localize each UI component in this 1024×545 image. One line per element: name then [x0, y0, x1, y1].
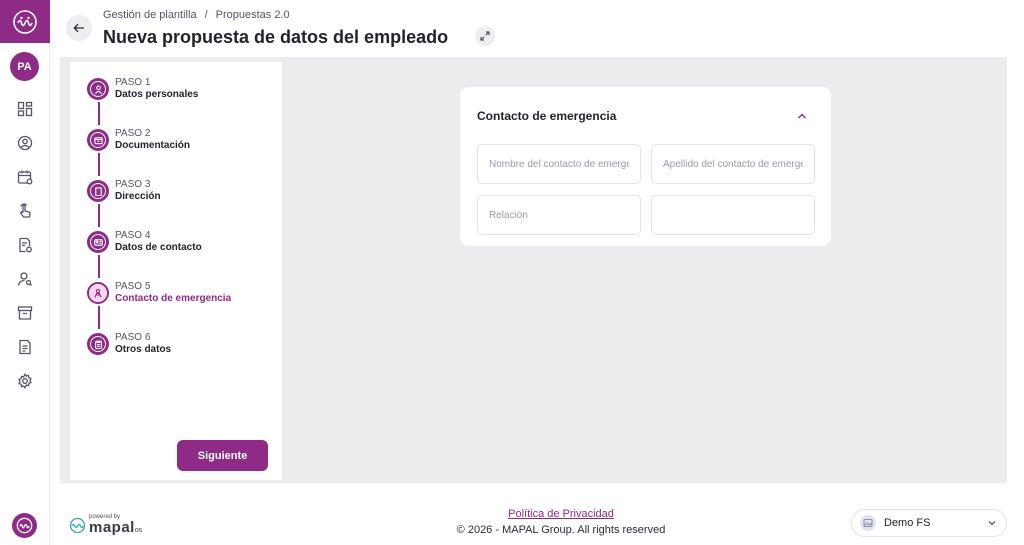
- step-circle: [87, 78, 109, 100]
- step-number: PASO 1: [115, 77, 151, 88]
- mapal-logo-icon: [13, 9, 37, 34]
- breadcrumb: Gestión de plantilla / Propuestas 2.0: [103, 9, 290, 21]
- step-number: PASO 3: [115, 179, 151, 190]
- step-circle: [87, 333, 109, 355]
- sidebar-item-dashboard[interactable]: [0, 92, 50, 126]
- step-number: PASO 4: [115, 230, 151, 241]
- company-name: Demo FS: [884, 517, 931, 529]
- hand-pointer-icon: [20, 203, 31, 218]
- breadcrumb-item-staff[interactable]: Gestión de plantilla: [103, 9, 197, 21]
- sidebar-item-archive[interactable]: [0, 296, 50, 330]
- user-circle-icon: [17, 135, 33, 151]
- company-logo-icon: [860, 515, 876, 531]
- report-icon: [19, 339, 31, 355]
- document-clock-icon: [19, 237, 32, 253]
- step-number: PASO 2: [115, 128, 151, 139]
- breadcrumb-item-proposals[interactable]: Propuestas 2.0: [216, 9, 290, 21]
- chevron-up-icon[interactable]: [795, 109, 809, 123]
- dashboard-icon: [17, 101, 33, 117]
- back-button[interactable]: [66, 15, 92, 41]
- step-label: Datos personales: [115, 89, 199, 100]
- step-label: Dirección: [115, 191, 161, 202]
- sidebar-item-settings[interactable]: [0, 364, 50, 398]
- sidebar-item-documents[interactable]: [0, 228, 50, 262]
- contact-card-icon: [93, 238, 103, 246]
- sidebar-item-reports[interactable]: [0, 330, 50, 364]
- sidebar-item-calendar[interactable]: [0, 160, 50, 194]
- avatar[interactable]: PA: [10, 52, 39, 81]
- brand-logo[interactable]: [0, 0, 50, 43]
- company-image-icon: [863, 519, 873, 527]
- step-number: PASO 5: [115, 281, 151, 292]
- step-label: Otros datos: [115, 344, 172, 355]
- folder-icon: [93, 136, 103, 144]
- building-icon: [94, 186, 102, 196]
- page-title: Nueva propuesta de datos del empleado: [103, 27, 449, 47]
- step-number: PASO 6: [115, 332, 151, 343]
- sidebar-item-profile[interactable]: [0, 126, 50, 160]
- next-button[interactable]: Siguiente: [177, 440, 268, 471]
- person-icon: [94, 85, 102, 94]
- step-4[interactable]: PASO 4 Datos de contacto: [86, 228, 276, 268]
- step-circle: [87, 129, 109, 151]
- emergency-icon: [94, 288, 102, 298]
- company-select[interactable]: Demo FS: [851, 509, 1007, 537]
- gear-icon: [18, 373, 32, 389]
- sidebar-item-clock-in[interactable]: [0, 194, 50, 228]
- sidebar: PA: [0, 0, 50, 545]
- chevron-down-icon: [988, 521, 996, 526]
- archive-icon: [17, 306, 33, 320]
- sidebar-item-people[interactable]: [0, 262, 50, 296]
- step-label: Documentación: [115, 140, 191, 151]
- arrow-left-icon: [73, 23, 84, 33]
- step-circle: [87, 180, 109, 202]
- footer-center: Política de Privacidad © 2026 - MAPAL Gr…: [400, 0, 722, 545]
- step-2[interactable]: PASO 2 Documentación: [86, 126, 276, 166]
- step-1[interactable]: PASO 1 Datos personales: [86, 75, 276, 115]
- breadcrumb-separator: /: [204, 9, 208, 21]
- step-label: Datos de contacto: [115, 242, 202, 253]
- step-circle: [87, 231, 109, 253]
- steps-panel: PASO 1 Datos personales PASO 2 Documenta…: [70, 62, 282, 480]
- step-5[interactable]: PASO 5 Contacto de emergencia: [86, 279, 276, 319]
- clipboard-icon: [94, 340, 102, 349]
- calendar-icon: [17, 170, 33, 185]
- step-3[interactable]: PASO 3 Dirección: [86, 177, 276, 217]
- user-search-icon: [17, 272, 32, 286]
- step-6[interactable]: PASO 6 Otros datos: [86, 330, 276, 370]
- step-circle-active: [87, 282, 109, 304]
- sidebar-nav: [0, 92, 50, 398]
- step-label: Contacto de emergencia: [115, 293, 232, 304]
